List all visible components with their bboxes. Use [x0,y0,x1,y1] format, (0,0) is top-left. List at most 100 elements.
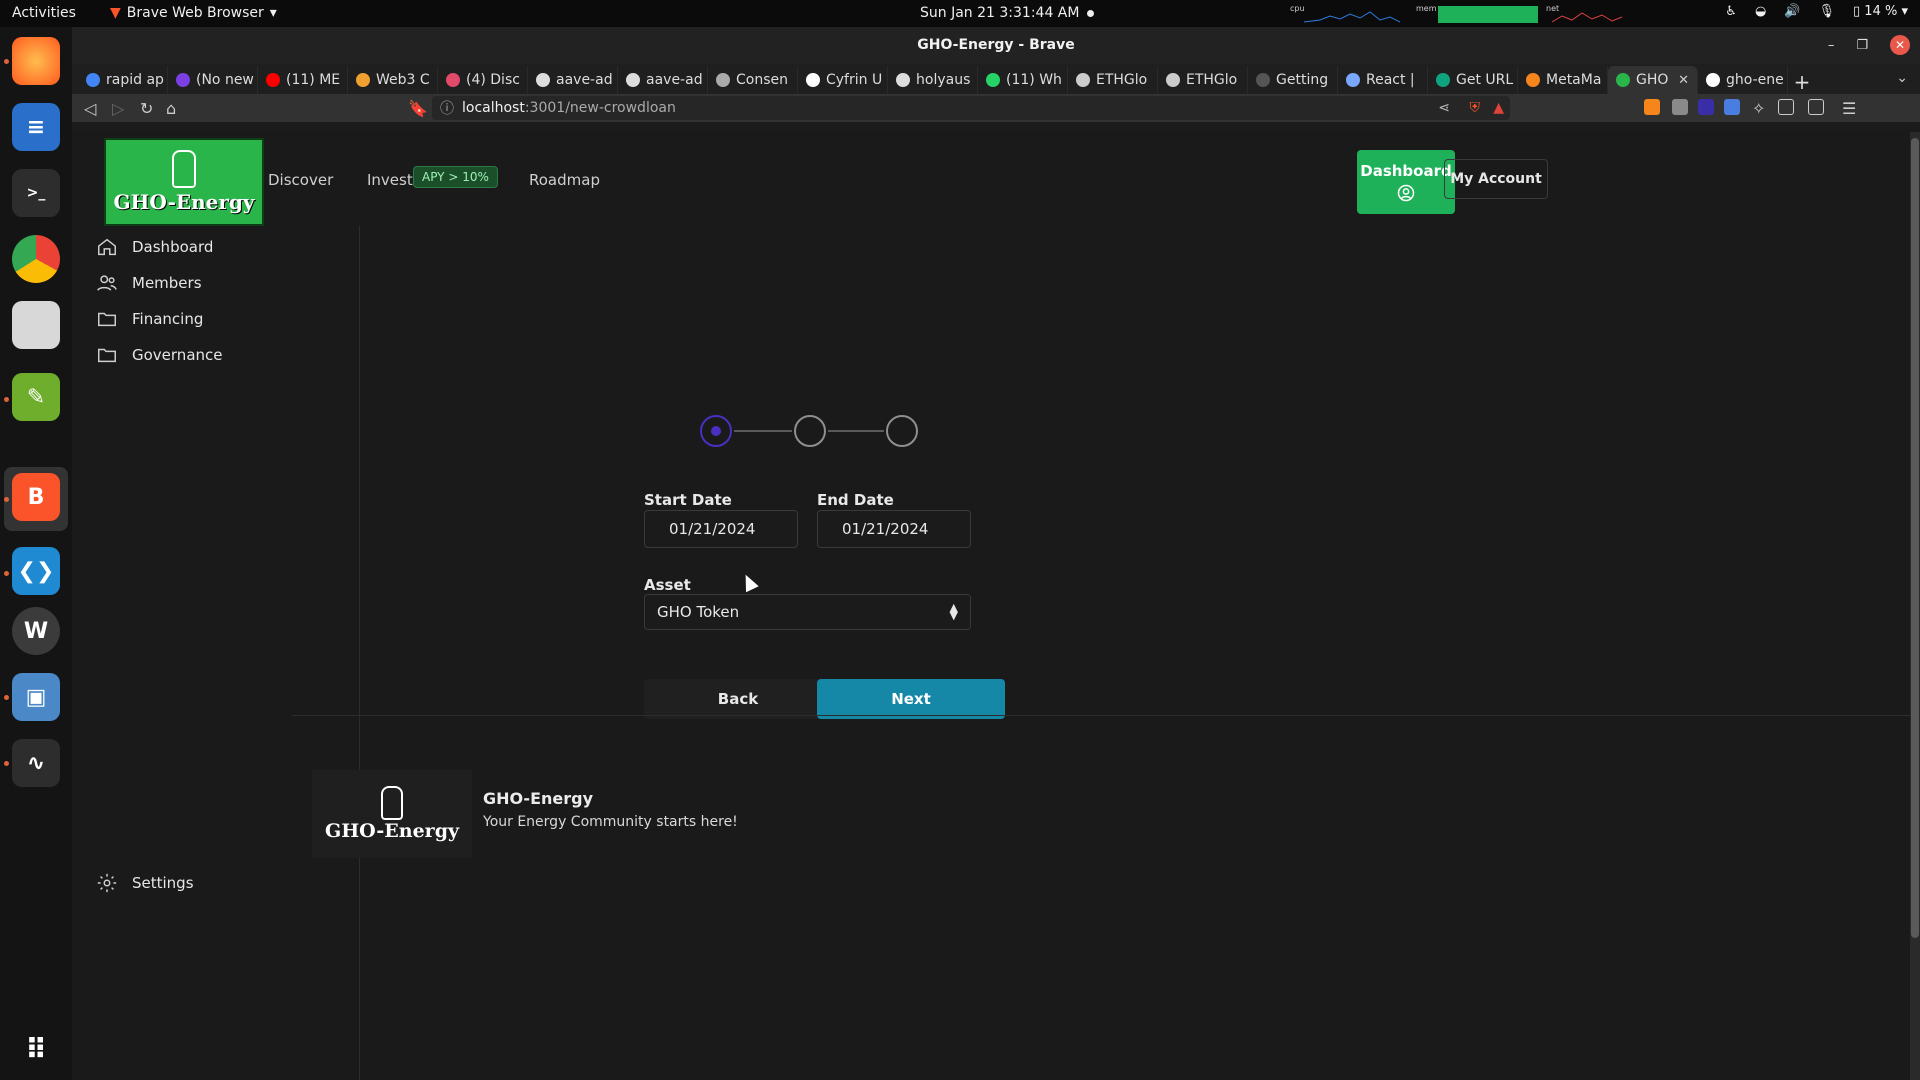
tab-label: rapid ap [106,72,164,88]
sidebar-item-label: Financing [132,310,204,328]
tab-label: MetaMa [1546,72,1602,88]
my-account-button[interactable]: My Account [1444,159,1548,199]
accessibility-icon[interactable]: ♿ [1725,4,1737,19]
browser-tab[interactable]: aave-ad [618,66,708,94]
site-logo[interactable]: GHO-Energy [104,138,264,226]
tab-label: gho-ene [1726,72,1784,88]
sidebar-item-dashboard[interactable]: Dashboard [96,236,213,258]
browser-tab[interactable]: aave-ad [528,66,618,94]
sidebar-item-settings[interactable]: Settings [96,872,194,894]
tab-favicon-icon [536,73,550,87]
image-editor-icon[interactable]: ✎ [12,373,60,421]
browser-tab[interactable]: (11) Wh [978,66,1068,94]
browser-tab[interactable]: ETHGlo [1068,66,1158,94]
chrome-icon[interactable] [12,235,60,283]
forward-icon[interactable]: ▷ [112,99,124,118]
footer-title: GHO-Energy [483,789,594,808]
app-menu[interactable]: ▼ Brave Web Browser ▾ [110,5,277,21]
firefox-icon[interactable] [12,37,60,85]
minimize-icon[interactable]: – [1828,38,1835,53]
address-bar[interactable]: ⓘ localhost :3001/new-crowdloan ⋖ ⛨ ▲ [432,96,1510,120]
browser-tab[interactable]: React | [1338,66,1428,94]
browser-tab[interactable]: rapid ap [78,66,168,94]
sidebar-item-financing[interactable]: Financing [96,308,203,330]
browser-tab[interactable]: ETHGlo [1158,66,1248,94]
tab-close-icon[interactable]: ✕ [1678,73,1689,88]
close-icon[interactable]: ✕ [1890,35,1910,55]
browser-tab[interactable]: GHO ✕ [1608,66,1698,94]
extensions-puzzle-icon[interactable]: ✧ [1752,99,1768,118]
nav-discover[interactable]: Discover [268,171,333,189]
new-tab-icon[interactable]: + [1788,70,1816,94]
browser-tab[interactable]: MetaMa [1518,66,1608,94]
extension-icon[interactable] [1698,99,1714,115]
bookmark-icon[interactable]: 🔖 [408,99,428,118]
brave-rewards-icon[interactable]: ▲ [1493,100,1504,116]
webstorm-icon[interactable]: W [12,607,60,655]
activities-button[interactable]: Activities [12,5,76,21]
folder-icon [98,348,116,363]
back-icon[interactable]: ◁ [84,99,96,118]
reload-icon[interactable]: ↻ [140,99,153,118]
browser-tab[interactable]: Consen [708,66,798,94]
remote-desktop-icon[interactable]: ▣ [12,673,60,721]
translate-icon[interactable] [1724,99,1740,115]
home-icon[interactable]: ⌂ [166,99,176,118]
brave-lion-icon: ▼ [110,5,121,21]
browser-tab[interactable]: Cyfrin U [798,66,888,94]
vscode-icon[interactable]: ❮❯ [12,547,60,595]
brave-shields-icon[interactable]: ⛨ [1470,100,1481,116]
browser-tab[interactable]: (11) ME [258,66,348,94]
sidebar-item-members[interactable]: Members [96,272,202,294]
nav-roadmap[interactable]: Roadmap [529,171,600,189]
scrollbar-thumb[interactable] [1911,138,1919,938]
sidebar-item-governance[interactable]: Governance [96,344,223,366]
metamask-icon[interactable] [1644,99,1660,115]
volume-icon[interactable]: 🔊 [1784,4,1800,19]
browser-tab[interactable]: (No new [168,66,258,94]
browser-tab[interactable]: gho-ene [1698,66,1788,94]
url-host: localhost [462,100,525,116]
microphone-icon[interactable]: 🎙 [1818,4,1835,19]
wallet-icon[interactable] [1808,99,1824,115]
browser-tab[interactable]: Get URL [1428,66,1518,94]
extension-icon[interactable] [1672,99,1688,115]
battery-indicator[interactable]: ▯ 14 % ▾ [1853,4,1908,19]
system-top-bar: Activities ▼ Brave Web Browser ▾ Sun Jan… [0,0,1920,27]
nav-invest[interactable]: Invest [367,171,413,189]
browser-tab[interactable]: holyaus [888,66,978,94]
terminal-icon[interactable]: >_ [12,169,60,217]
tab-label: (No new [196,72,254,88]
tab-label: (11) ME [286,72,341,88]
maximize-icon[interactable]: ❐ [1856,38,1868,53]
tab-favicon-icon [176,73,190,87]
wifi-icon[interactable]: ◒ [1755,4,1766,19]
back-button[interactable]: Back [644,679,832,719]
tab-label: aave-ad [646,72,703,88]
system-monitor-icon[interactable]: ∿ [12,739,60,787]
files-icon[interactable] [12,301,60,349]
browser-window: GHO-Energy - Brave – ❐ ✕ rapid ap (No new… [72,27,1920,1080]
share-icon[interactable]: ⋖ [1438,100,1450,116]
start-date-input[interactable]: 01/21/2024 [644,510,798,548]
writer-icon[interactable]: ≡ [12,103,60,151]
tab-strip: rapid ap (No new (11) ME Web3 C (4) Disc aave… [72,64,1920,94]
clock[interactable]: Sun Jan 21 3:31:44 AM [920,5,1079,21]
show-apps-icon[interactable]: ⠿ [12,1025,60,1073]
asset-select[interactable]: GHO Token ▲ ▼ [644,594,971,630]
browser-tab[interactable]: (4) Disc [438,66,528,94]
next-button[interactable]: Next [817,679,1005,719]
page-scrollbar[interactable] [1910,132,1920,1080]
browser-tab[interactable]: Web3 C [348,66,438,94]
end-date-input[interactable]: 01/21/2024 [817,510,971,548]
tab-search-icon[interactable]: ⌄ [1896,70,1908,86]
sys-monitor-graph-icon: cpu mem net [1290,4,1623,23]
menu-icon[interactable]: ☰ [1842,99,1858,118]
browser-tab[interactable]: Getting [1248,66,1338,94]
dashboard-button[interactable]: Dashboard [1357,150,1455,214]
sidebar-toggle-icon[interactable] [1778,99,1794,115]
folder-icon [98,312,116,327]
site-info-icon[interactable]: ⓘ [440,98,454,118]
brave-icon[interactable]: B [12,473,60,521]
tab-favicon-icon [1706,73,1720,87]
